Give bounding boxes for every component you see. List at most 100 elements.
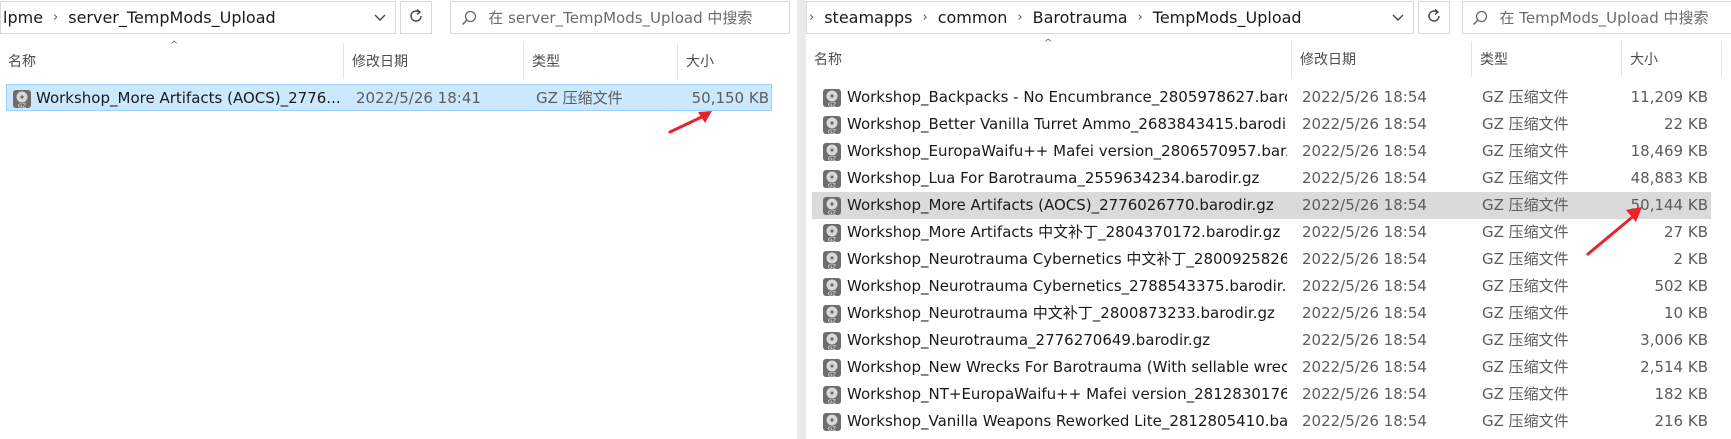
column-header-label: 修改日期 [352, 54, 408, 70]
refresh-button[interactable] [400, 1, 432, 34]
svg-text:GZ: GZ [828, 291, 836, 297]
window-divider [797, 0, 806, 439]
svg-text:GZ: GZ [828, 183, 836, 189]
gz-archive-icon: GZ [822, 223, 842, 243]
svg-text:GZ: GZ [828, 426, 836, 432]
file-type: GZ 压缩文件 [1482, 169, 1569, 187]
column-header-name[interactable]: 名称 ^ [0, 40, 344, 79]
file-size: 502 KB [1654, 277, 1708, 295]
file-size: 50,150 KB [691, 89, 769, 107]
file-type: GZ 压缩文件 [1482, 88, 1569, 106]
column-header-size[interactable]: 大小 [1622, 41, 1722, 77]
sort-ascending-icon: ^ [170, 40, 179, 51]
column-header-label: 大小 [1630, 52, 1658, 68]
file-date: 2022/5/26 18:54 [1302, 115, 1427, 133]
breadcrumb-separator-icon: › [1017, 10, 1023, 25]
file-row[interactable]: GZ Workshop_More Artifacts (AOCS)_2776026… [812, 192, 1711, 219]
file-row[interactable]: GZ Workshop_Vanilla Weapons Reworked Lite… [812, 408, 1711, 435]
gz-archive-icon: GZ [822, 385, 842, 405]
annotation-arrow [668, 111, 712, 134]
gz-archive-icon: GZ [822, 196, 842, 216]
column-header-label: 大小 [686, 54, 714, 70]
file-row[interactable]: GZ Workshop_New Wrecks For Barotrauma (Wi… [812, 354, 1711, 381]
svg-text:GZ: GZ [18, 103, 26, 109]
column-header-type[interactable]: 类型 [1472, 41, 1622, 77]
column-header-date[interactable]: 修改日期 [344, 43, 524, 79]
gz-archive-icon: GZ [822, 277, 842, 297]
file-type: GZ 压缩文件 [1482, 277, 1569, 295]
svg-text:GZ: GZ [828, 264, 836, 270]
file-name: Workshop_Vanilla Weapons Reworked Lite_2… [847, 412, 1287, 430]
refresh-icon [408, 8, 424, 28]
file-type: GZ 压缩文件 [1482, 385, 1569, 403]
file-date: 2022/5/26 18:54 [1302, 304, 1427, 322]
file-date: 2022/5/26 18:54 [1302, 358, 1427, 376]
breadcrumb-item[interactable]: lpme [1, 8, 49, 27]
file-type: GZ 压缩文件 [1482, 250, 1569, 268]
file-type: GZ 压缩文件 [1482, 358, 1569, 376]
svg-text:GZ: GZ [828, 156, 836, 162]
file-size: 2 KB [1673, 250, 1708, 268]
file-row[interactable]: GZ Workshop_Better Vanilla Turret Ammo_26… [812, 111, 1711, 138]
breadcrumb-item[interactable]: TempMods_Upload [1147, 8, 1308, 27]
file-name: Workshop_Better Vanilla Turret Ammo_2683… [847, 115, 1287, 133]
breadcrumb-item[interactable]: common [932, 8, 1014, 27]
file-type: GZ 压缩文件 [1482, 331, 1569, 349]
search-input[interactable] [486, 7, 789, 28]
refresh-button[interactable] [1418, 1, 1450, 34]
gz-archive-icon: GZ [822, 331, 842, 351]
file-size: 216 KB [1654, 412, 1708, 430]
search-box[interactable] [450, 1, 790, 34]
column-header-name[interactable]: 名称 ^ [806, 38, 1292, 77]
file-row[interactable]: GZ Workshop_NT+EuropaWaifu++ Mafei versio… [812, 381, 1711, 408]
column-header-label: 类型 [532, 54, 560, 70]
search-icon [1463, 10, 1497, 26]
gz-archive-icon: GZ [822, 88, 842, 108]
column-header-date[interactable]: 修改日期 [1292, 41, 1472, 77]
file-name: Workshop_Neurotrauma Cybernetics_2788543… [847, 277, 1287, 295]
file-type: GZ 压缩文件 [1482, 115, 1569, 133]
file-type: GZ 压缩文件 [1482, 412, 1569, 430]
file-size: 10 KB [1664, 304, 1708, 322]
file-size: 22 KB [1664, 115, 1708, 133]
search-input[interactable] [1497, 7, 1731, 28]
breadcrumb-item[interactable]: Barotrauma [1027, 8, 1134, 27]
svg-text:GZ: GZ [828, 237, 836, 243]
address-bar[interactable]: lpme › server_TempMods_Upload [0, 1, 396, 34]
chevron-down-icon[interactable] [1385, 2, 1411, 33]
file-row[interactable]: GZ Workshop_Backpacks - No Encumbrance_28… [812, 84, 1711, 111]
column-header-type[interactable]: 类型 [524, 43, 678, 79]
gz-archive-icon: GZ [12, 89, 32, 109]
file-type: GZ 压缩文件 [536, 89, 623, 107]
breadcrumb-separator-icon: › [53, 10, 59, 25]
file-row[interactable]: GZ Workshop_More Artifacts 中文补丁_280437017… [812, 219, 1711, 246]
column-header-size[interactable]: 大小 [678, 43, 778, 79]
file-row[interactable]: GZ Workshop_Neurotrauma 中文补丁_2800873233.b… [812, 300, 1711, 327]
file-row[interactable]: GZ Workshop_More Artifacts (AOCS)_2776..… [6, 84, 772, 111]
file-date: 2022/5/26 18:54 [1302, 250, 1427, 268]
file-name: Workshop_Neurotrauma Cybernetics 中文补丁_28… [847, 250, 1287, 268]
file-size: 48,883 KB [1630, 169, 1708, 187]
file-row[interactable]: GZ Workshop_Neurotrauma_2776270649.barodi… [812, 327, 1711, 354]
file-size: 3,006 KB [1640, 331, 1708, 349]
file-row[interactable]: GZ Workshop_Neurotrauma Cybernetics_27885… [812, 273, 1711, 300]
search-box[interactable] [1462, 1, 1731, 34]
file-row[interactable]: GZ Workshop_EuropaWaifu++ Mafei version_2… [812, 138, 1711, 165]
breadcrumb-separator-icon: › [922, 10, 928, 25]
file-name: Workshop_Neurotrauma_2776270649.barodir.… [847, 331, 1211, 349]
file-name: Workshop_More Artifacts 中文补丁_2804370172.… [847, 223, 1281, 241]
file-size: 18,469 KB [1630, 142, 1708, 160]
file-size: 2,514 KB [1640, 358, 1708, 376]
file-row[interactable]: GZ Workshop_Neurotrauma Cybernetics 中文补丁_… [812, 246, 1711, 273]
chevron-down-icon[interactable] [367, 2, 393, 33]
breadcrumb-item[interactable]: server_TempMods_Upload [62, 8, 281, 27]
file-row[interactable]: GZ Workshop_Lua For Barotrauma_2559634234… [812, 165, 1711, 192]
file-name: Workshop_New Wrecks For Barotrauma (With… [847, 358, 1287, 376]
file-date: 2022/5/26 18:41 [356, 89, 481, 107]
column-header-label: 修改日期 [1300, 52, 1356, 68]
address-bar[interactable]: › steamapps › common › Barotrauma › Temp… [806, 1, 1414, 34]
left-explorer-pane: lpme › server_TempMods_Upload 名称 ^ 修改日期 … [0, 0, 806, 439]
search-icon [451, 10, 486, 26]
sort-ascending-icon: ^ [1044, 38, 1053, 49]
breadcrumb-item[interactable]: steamapps [818, 8, 918, 27]
